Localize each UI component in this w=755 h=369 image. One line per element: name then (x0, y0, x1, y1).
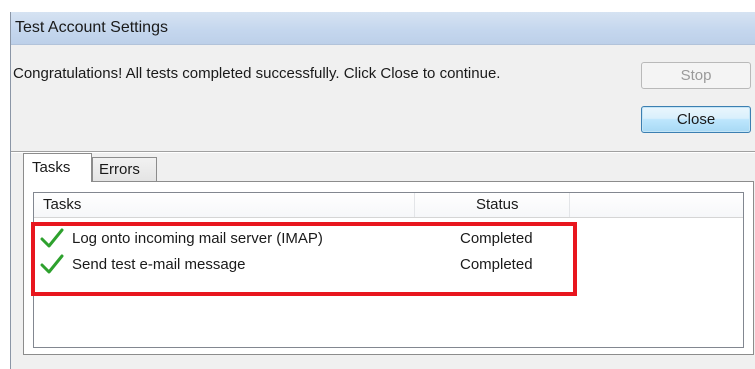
tasks-tab-panel: Tasks Status Log onto incoming mail serv… (23, 181, 754, 355)
task-name: Send test e-mail message (72, 256, 246, 273)
stop-button[interactable]: Stop (641, 62, 751, 89)
column-divider[interactable] (569, 193, 570, 217)
test-account-settings-dialog: Test Account Settings Congratulations! A… (10, 12, 755, 369)
column-header-status[interactable]: Status (476, 196, 519, 213)
checkmark-icon (40, 228, 64, 248)
list-header: Tasks Status (34, 193, 743, 218)
column-header-tasks[interactable]: Tasks (43, 196, 81, 213)
table-row[interactable]: Send test e-mail message Completed (34, 253, 743, 279)
status-message: Congratulations! All tests completed suc… (13, 65, 501, 82)
close-button[interactable]: Close (641, 106, 751, 133)
divider (11, 151, 755, 153)
tasks-list[interactable]: Tasks Status Log onto incoming mail serv… (33, 192, 744, 348)
table-row[interactable]: Log onto incoming mail server (IMAP) Com… (34, 227, 743, 253)
task-status: Completed (460, 230, 533, 247)
checkmark-icon (40, 254, 64, 274)
window-title: Test Account Settings (15, 19, 168, 36)
tab-tasks[interactable]: Tasks (23, 153, 92, 182)
title-bar[interactable]: Test Account Settings (11, 12, 755, 45)
task-status: Completed (460, 256, 533, 273)
task-name: Log onto incoming mail server (IMAP) (72, 230, 323, 247)
tab-errors[interactable]: Errors (92, 157, 157, 183)
column-divider[interactable] (414, 193, 415, 217)
